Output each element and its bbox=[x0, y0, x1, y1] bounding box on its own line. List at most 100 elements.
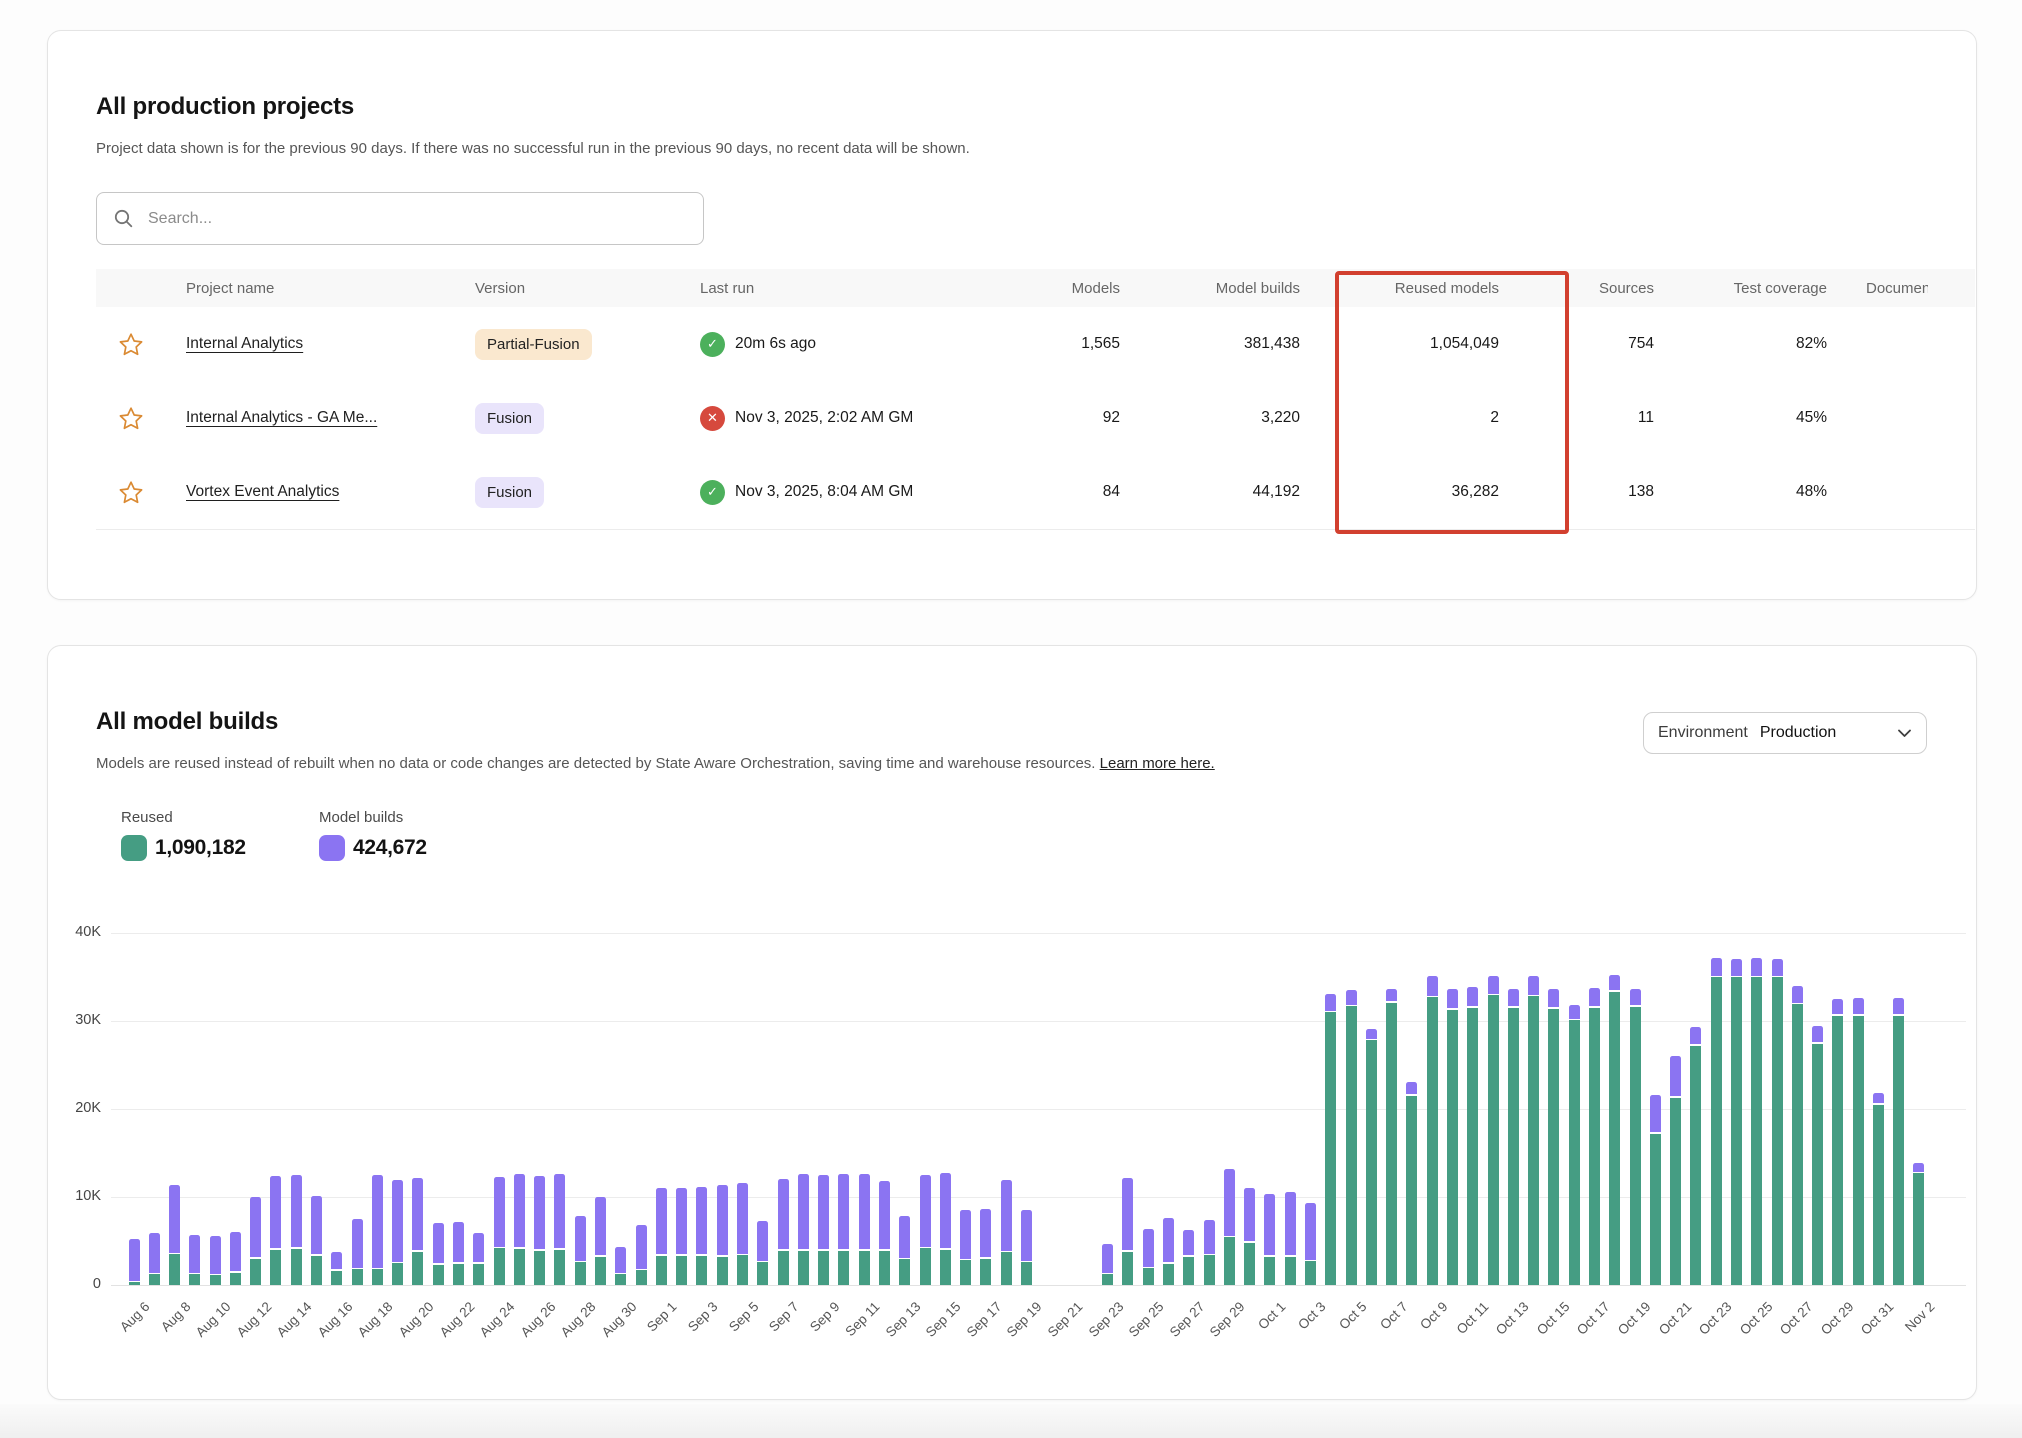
chart-bar[interactable] bbox=[1630, 933, 1641, 1285]
chart-bar[interactable] bbox=[210, 933, 221, 1285]
chart-bar[interactable] bbox=[534, 933, 545, 1285]
environment-dropdown[interactable]: Environment Production bbox=[1643, 712, 1927, 754]
chart-bar[interactable] bbox=[1772, 933, 1783, 1285]
chart-bar[interactable] bbox=[189, 933, 200, 1285]
chart-bar[interactable] bbox=[1670, 933, 1681, 1285]
chart-bar[interactable] bbox=[352, 933, 363, 1285]
chart-bar[interactable] bbox=[1244, 933, 1255, 1285]
builds-card-subtitle: Models are reused instead of rebuilt whe… bbox=[96, 755, 1215, 772]
favorite-star-icon[interactable] bbox=[118, 480, 144, 505]
chart-bar[interactable] bbox=[331, 933, 342, 1285]
chart-bar[interactable] bbox=[1690, 933, 1701, 1285]
chart-bar[interactable] bbox=[636, 933, 647, 1285]
chart-bar[interactable] bbox=[412, 933, 423, 1285]
chart-bar[interactable] bbox=[1711, 933, 1722, 1285]
chart-bar[interactable] bbox=[1873, 933, 1884, 1285]
chart-bar[interactable] bbox=[1346, 933, 1357, 1285]
chart-bar[interactable] bbox=[1548, 933, 1559, 1285]
project-name-link[interactable]: Vortex Event Analytics bbox=[186, 483, 339, 500]
chart-bar[interactable] bbox=[1751, 933, 1762, 1285]
chart-bar[interactable] bbox=[1569, 933, 1580, 1285]
search-input[interactable] bbox=[146, 209, 630, 229]
chart-bar[interactable] bbox=[798, 933, 809, 1285]
chart-bar[interactable] bbox=[879, 933, 890, 1285]
chart-bar[interactable] bbox=[392, 933, 403, 1285]
chart-bar[interactable] bbox=[129, 933, 140, 1285]
chart-bar[interactable] bbox=[1508, 933, 1519, 1285]
chart-bar[interactable] bbox=[676, 933, 687, 1285]
chart-bar[interactable] bbox=[1528, 933, 1539, 1285]
bar-builds-segment bbox=[1853, 998, 1864, 1014]
chart-bar[interactable] bbox=[1447, 933, 1458, 1285]
chart-bar[interactable] bbox=[1893, 933, 1904, 1285]
chart-bar[interactable] bbox=[1427, 933, 1438, 1285]
chart-bar[interactable] bbox=[1792, 933, 1803, 1285]
chart-bar[interactable] bbox=[1102, 933, 1113, 1285]
chart-bar[interactable] bbox=[1204, 933, 1215, 1285]
chart-bar[interactable] bbox=[1163, 933, 1174, 1285]
chart-bar[interactable] bbox=[1650, 933, 1661, 1285]
chart-bar[interactable] bbox=[1285, 933, 1296, 1285]
chart-bar[interactable] bbox=[1832, 933, 1843, 1285]
chart-bar[interactable] bbox=[1467, 933, 1478, 1285]
chart-bar[interactable] bbox=[595, 933, 606, 1285]
chart-bar[interactable] bbox=[1001, 933, 1012, 1285]
chart-bar[interactable] bbox=[717, 933, 728, 1285]
project-name-link[interactable]: Internal Analytics - GA Me... bbox=[186, 409, 377, 426]
chart-bar[interactable] bbox=[1021, 933, 1032, 1285]
chart-bar[interactable] bbox=[1589, 933, 1600, 1285]
chart-bar[interactable] bbox=[737, 933, 748, 1285]
chart-bar[interactable] bbox=[473, 933, 484, 1285]
chart-bar[interactable] bbox=[859, 933, 870, 1285]
chart-bar[interactable] bbox=[453, 933, 464, 1285]
bar-reused-segment bbox=[1406, 1096, 1417, 1285]
chart-bar[interactable] bbox=[149, 933, 160, 1285]
chart-bar[interactable] bbox=[1731, 933, 1742, 1285]
chart-bar[interactable] bbox=[656, 933, 667, 1285]
chart-bar[interactable] bbox=[757, 933, 768, 1285]
chart-bar[interactable] bbox=[1913, 933, 1924, 1285]
chart-bar[interactable] bbox=[1122, 933, 1133, 1285]
chart-bar[interactable] bbox=[372, 933, 383, 1285]
chart-bar[interactable] bbox=[818, 933, 829, 1285]
chart-bar[interactable] bbox=[1386, 933, 1397, 1285]
chart-bar[interactable] bbox=[1609, 933, 1620, 1285]
chart-bar[interactable] bbox=[980, 933, 991, 1285]
chart-bar[interactable] bbox=[960, 933, 971, 1285]
chart-bar[interactable] bbox=[250, 933, 261, 1285]
chart-bar[interactable] bbox=[838, 933, 849, 1285]
chart-bar[interactable] bbox=[554, 933, 565, 1285]
chart-bar[interactable] bbox=[291, 933, 302, 1285]
chart-bar[interactable] bbox=[494, 933, 505, 1285]
chart-bar[interactable] bbox=[1853, 933, 1864, 1285]
chart-bar[interactable] bbox=[230, 933, 241, 1285]
project-search[interactable] bbox=[96, 192, 704, 245]
chart-bar[interactable] bbox=[615, 933, 626, 1285]
chart-bar[interactable] bbox=[514, 933, 525, 1285]
chart-bar[interactable] bbox=[696, 933, 707, 1285]
chart-bar[interactable] bbox=[575, 933, 586, 1285]
chart-bar[interactable] bbox=[169, 933, 180, 1285]
chart-bar[interactable] bbox=[1812, 933, 1823, 1285]
chart-bar[interactable] bbox=[1143, 933, 1154, 1285]
chart-bar[interactable] bbox=[920, 933, 931, 1285]
chart-bar[interactable] bbox=[778, 933, 789, 1285]
chart-bar[interactable] bbox=[1366, 933, 1377, 1285]
chart-bar[interactable] bbox=[1406, 933, 1417, 1285]
chart-bar[interactable] bbox=[1325, 933, 1336, 1285]
chart-bar[interactable] bbox=[311, 933, 322, 1285]
chart-bar[interactable] bbox=[1264, 933, 1275, 1285]
learn-more-link[interactable]: Learn more here. bbox=[1100, 755, 1215, 772]
chart-bar[interactable] bbox=[270, 933, 281, 1285]
chart-bar[interactable] bbox=[940, 933, 951, 1285]
chart-bar[interactable] bbox=[1488, 933, 1499, 1285]
favorite-star-icon[interactable] bbox=[118, 332, 144, 357]
bar-builds-segment bbox=[696, 1187, 707, 1255]
chart-bar[interactable] bbox=[899, 933, 910, 1285]
chart-bar[interactable] bbox=[1183, 933, 1194, 1285]
chart-bar[interactable] bbox=[433, 933, 444, 1285]
chart-bar[interactable] bbox=[1224, 933, 1235, 1285]
favorite-star-icon[interactable] bbox=[118, 406, 144, 431]
chart-bar[interactable] bbox=[1305, 933, 1316, 1285]
project-name-link[interactable]: Internal Analytics bbox=[186, 335, 303, 352]
